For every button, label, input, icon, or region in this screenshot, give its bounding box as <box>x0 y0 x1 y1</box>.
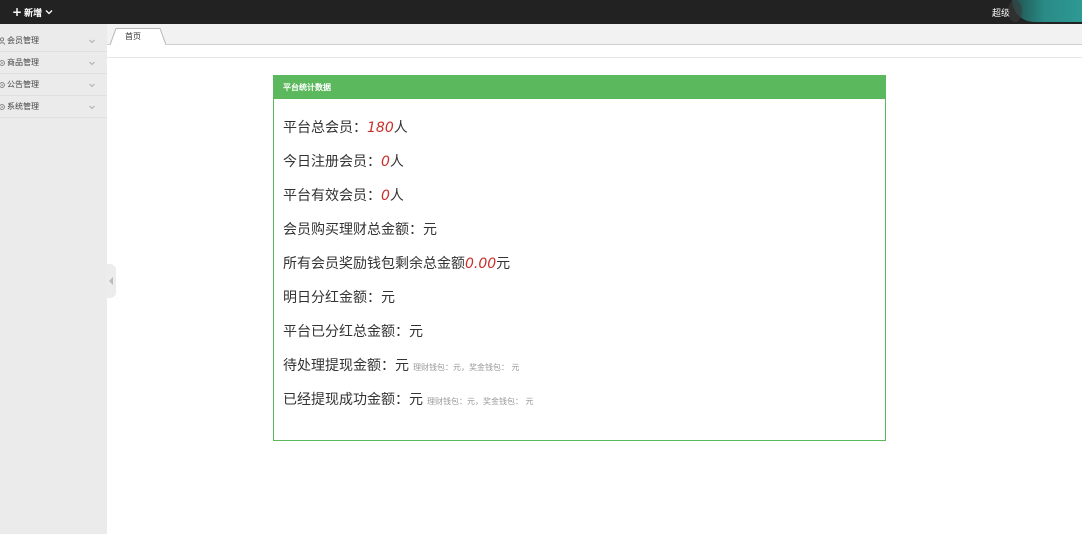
stat-unit: 元 <box>496 256 511 272</box>
stat-row: 平台已分红总金额：元 <box>283 320 885 354</box>
tab-home[interactable]: 首页 <box>110 28 166 45</box>
sidebar: 会员管理 商品管理 公告管理 系统管理 <box>0 24 107 534</box>
tab-bar: 首页 <box>107 24 1082 45</box>
stat-unit: 人 <box>389 154 404 170</box>
sidebar-item-system[interactable]: 系统管理 <box>0 96 107 118</box>
chevron-down-icon <box>89 83 95 88</box>
tab-label: 首页 <box>125 32 141 41</box>
user-icon <box>0 36 5 45</box>
stat-row: 明日分红金额：元 <box>283 286 885 320</box>
add-new-button[interactable]: + 新增 <box>12 4 53 20</box>
stat-row: 今日注册会员：0人 <box>283 150 885 184</box>
stat-label: 平台总会员： <box>283 120 367 136</box>
gear-icon <box>0 81 5 88</box>
sidebar-item-members[interactable]: 会员管理 <box>0 30 107 52</box>
stat-row: 会员购买理财总金额：元 <box>283 218 885 252</box>
stat-value: 180 <box>367 120 394 136</box>
sidebar-item-label: 系统管理 <box>7 102 39 111</box>
stat-label: 会员购买理财总金额： <box>283 222 423 238</box>
stat-label: 平台有效会员： <box>283 188 381 204</box>
stat-row: 已经提现成功金额：元 理财钱包：元，奖金钱包： 元 <box>283 388 885 422</box>
stat-unit: 人 <box>389 188 404 204</box>
stat-label: 明日分红金额： <box>283 290 381 306</box>
stat-unit: 元 <box>409 392 423 408</box>
stat-row: 待处理提现金额：元 理财钱包：元，奖金钱包： 元 <box>283 354 885 388</box>
sidebar-collapse-handle[interactable] <box>106 264 116 298</box>
sidebar-item-label: 会员管理 <box>7 36 39 45</box>
sidebar-item-products[interactable]: 商品管理 <box>0 52 107 74</box>
stat-unit: 元 <box>409 324 423 340</box>
chevron-down-icon <box>89 105 95 110</box>
stats-list: 平台总会员：180人 今日注册会员：0人 平台有效会员：0人 会员购买理财总金额… <box>274 99 885 422</box>
stat-value: 0 <box>381 188 390 204</box>
add-new-label: 新增 <box>24 8 43 19</box>
stat-label: 已经提现成功金额： <box>283 392 409 408</box>
sidebar-item-label: 商品管理 <box>7 58 39 67</box>
stat-unit: 元 <box>395 358 409 374</box>
stat-row: 平台有效会员：0人 <box>283 184 885 218</box>
chevron-left-icon <box>109 277 113 285</box>
panel-title: 平台统计数据 <box>274 76 885 99</box>
gear-icon <box>0 59 5 66</box>
platform-stats-panel: 平台统计数据 平台总会员：180人 今日注册会员：0人 平台有效会员：0人 会员… <box>273 75 886 441</box>
user-avatar[interactable] <box>1008 0 1082 22</box>
gear-icon <box>0 103 5 110</box>
chevron-down-icon <box>89 61 95 66</box>
stat-row: 平台总会员：180人 <box>283 116 885 150</box>
stat-unit: 元 <box>423 222 437 238</box>
stat-value: 0 <box>381 154 390 170</box>
stat-label: 待处理提现金额： <box>283 358 395 374</box>
stat-note: 理财钱包：元，奖金钱包： 元 <box>413 363 520 372</box>
top-bar: + 新增 超级 <box>0 0 1082 24</box>
sidebar-item-announcements[interactable]: 公告管理 <box>0 74 107 96</box>
sidebar-item-label: 公告管理 <box>7 80 39 89</box>
stat-unit: 人 <box>393 120 408 136</box>
plus-icon: + <box>12 5 23 19</box>
chevron-down-icon <box>45 10 53 15</box>
chevron-down-icon <box>89 39 95 44</box>
divider <box>107 57 1082 58</box>
stat-unit: 元 <box>381 290 395 306</box>
stat-label: 所有会员奖励钱包剩余总金额 <box>283 256 465 272</box>
stat-value: 0.00 <box>465 256 497 272</box>
stat-row: 所有会员奖励钱包剩余总金额0.00元 <box>283 252 885 286</box>
stat-label: 今日注册会员： <box>283 154 381 170</box>
stat-note: 理财钱包：元，奖金钱包： 元 <box>427 397 534 406</box>
stat-label: 平台已分红总金额： <box>283 324 409 340</box>
